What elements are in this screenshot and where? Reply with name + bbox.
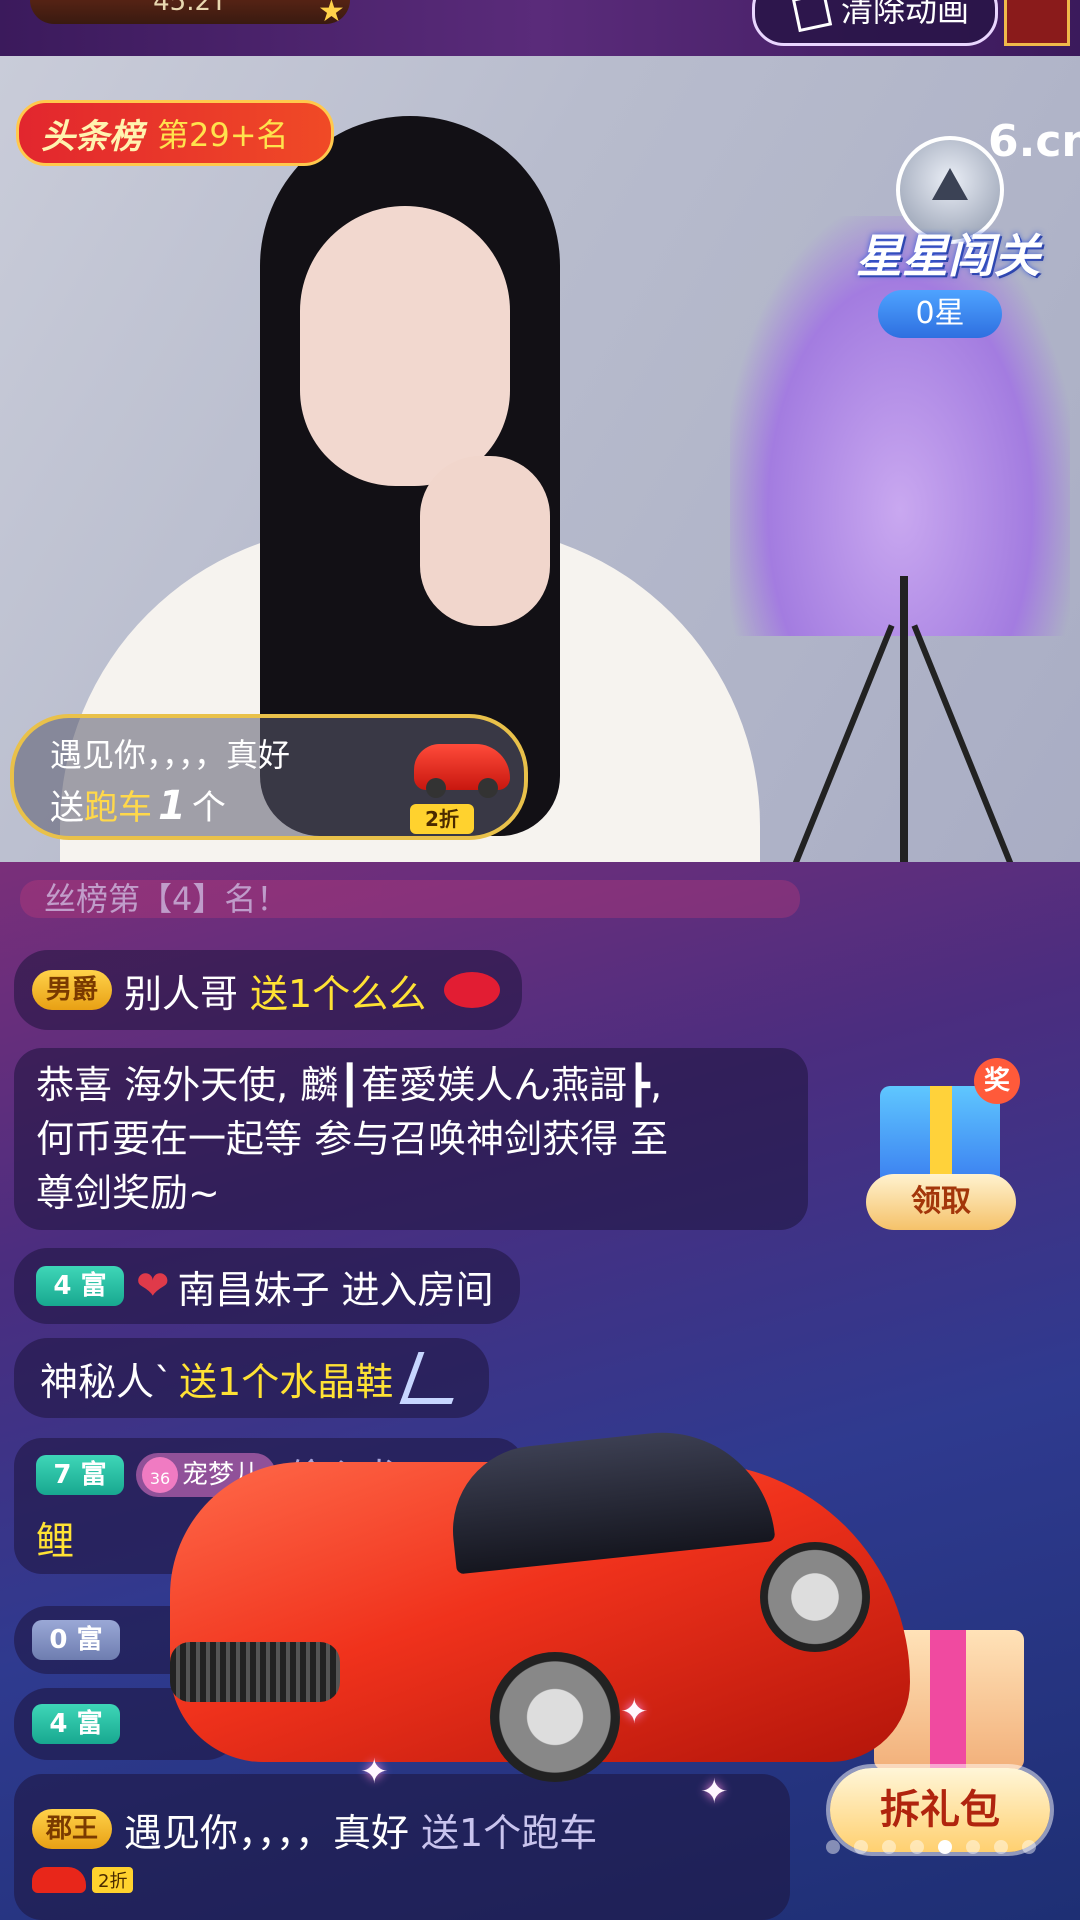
carousel-dot[interactable] [882, 1840, 896, 1854]
gift-notice-prefix: 送 [50, 788, 84, 828]
chat-message[interactable]: 4 富 ❤ 南昌妹子 进入房间 [14, 1248, 520, 1324]
chat-system-message: 恭喜 海外天使, 麟┃萑愛媄人ん燕謌┣, 何币要在一起等 参与召唤神剑获得 至 … [14, 1048, 808, 1230]
carousel-dot[interactable] [1022, 1840, 1036, 1854]
chat-action: 送1个水晶鞋 [179, 1359, 394, 1404]
kiss-gift-icon [444, 972, 501, 1008]
gift-notice-line: 送跑车 1 个 [50, 780, 226, 829]
crystal-shoe-gift-icon [399, 1352, 471, 1404]
top-right-badge[interactable] [1004, 0, 1070, 46]
noble-badge: 男爵 [32, 970, 113, 1010]
star-challenge-title: 星星闯关 [856, 229, 1040, 283]
gift-ribbon [930, 1086, 952, 1186]
carousel-dot[interactable] [826, 1840, 840, 1854]
chat-action: 送1个么么 [250, 971, 427, 1016]
chat-user[interactable]: 别人哥 [124, 963, 238, 1018]
chat-message[interactable]: 0 富 [14, 1606, 240, 1674]
room-stand-leg [911, 624, 1015, 862]
headline-rank-badge[interactable]: 头条榜 第29+名 [16, 100, 334, 166]
chat-user[interactable]: 偷心龙四 [288, 1447, 440, 1502]
gift-notice-user: 遇见你，，，，真好 [50, 736, 291, 774]
reward-tag: 奖 [974, 1058, 1020, 1104]
streamer-hand [420, 456, 550, 626]
chat-action: 进入房间 [341, 1267, 494, 1312]
room-stand [900, 576, 908, 862]
chat-user[interactable]: 神秘人` [40, 1351, 173, 1406]
carousel-dot[interactable] [994, 1840, 1008, 1854]
wealth-badge: 0 富 [32, 1620, 120, 1660]
top-status-strip: 45.2T ★ 清除动画 [0, 0, 1080, 56]
chat-message[interactable]: 神秘人` 送1个水晶鞋 [14, 1338, 490, 1418]
carousel-dots[interactable] [826, 1840, 1036, 1854]
star-challenge-widget[interactable]: 星星闯关 0星 [838, 136, 1058, 366]
chat-user-continued: 鲤 [36, 1519, 75, 1563]
clear-animation-label: 清除动画 [841, 0, 970, 29]
top-score-banner: 45.2T [30, 0, 350, 24]
sports-car-gift-icon [414, 744, 510, 798]
claim-reward-button[interactable]: 领取 [866, 1174, 1016, 1230]
streamer-face [300, 206, 510, 486]
gift-notice-unit: 个 [191, 788, 226, 828]
live-video[interactable]: 头条榜 第29+名 6.cn 星星闯关 0星 遇见你，，，，真好 送跑车 1 个 2… [0, 56, 1080, 862]
gift-notice-count: 1 [158, 783, 186, 829]
headline-title: 头条榜 [41, 116, 143, 157]
system-line-1: 恭喜 海外天使, 麟┃萑愛媄人ん燕謌┣, [36, 1063, 663, 1107]
chat-message[interactable]: 4 富 [14, 1688, 240, 1760]
wealth-badge: 7 富 [36, 1454, 124, 1495]
headline-rank: 第29+名 [157, 116, 289, 154]
noble-badge: 郡王 [32, 1809, 113, 1849]
reward-box-widget[interactable]: 奖 领取 [862, 1058, 1022, 1238]
carousel-dot-active[interactable] [938, 1840, 952, 1854]
gift-pack-ribbon [930, 1630, 966, 1770]
wealth-badge: 4 富 [36, 1266, 124, 1306]
fan-level: 36 [142, 1456, 178, 1493]
room-stand-leg [791, 624, 895, 862]
carousel-dot[interactable] [854, 1840, 868, 1854]
carousel-dot[interactable] [966, 1840, 980, 1854]
star-icon: ★ [318, 0, 345, 29]
chat-message[interactable]: 男爵 别人哥 送1个么么 [14, 950, 523, 1030]
wealth-badge: 4 富 [32, 1704, 120, 1744]
discount-badge: 2折 [410, 804, 474, 834]
clear-animation-button[interactable]: 清除动画 [752, 0, 998, 46]
chat-action: 送1个跑车 [421, 1810, 598, 1855]
discount-badge: 2折 [92, 1866, 134, 1893]
eraser-icon [791, 0, 833, 33]
chat-faded-line: 丝榜第【4】名！ [20, 880, 800, 918]
fan-club-name: 宠梦儿 [182, 1459, 261, 1490]
heart-icon: ❤ [136, 1263, 170, 1309]
star-count-pill: 0星 [878, 290, 1002, 338]
sports-car-gift-icon [32, 1866, 86, 1893]
chat-message[interactable]: 郡王 遇见你，，，，真好 送1个跑车 2折 [14, 1774, 790, 1920]
chat-user[interactable]: 南昌妹子 [178, 1259, 330, 1314]
chat-message[interactable]: 7 富 36 宠梦儿 偷心龙四 鲤 [14, 1438, 524, 1574]
fan-club-tag[interactable]: 36 宠梦儿 [136, 1452, 277, 1497]
chat-area[interactable]: 丝榜第【4】名！ 男爵 别人哥 送1个么么 恭喜 海外天使, 麟┃萑愛媄人ん燕謌… [0, 862, 1080, 1920]
chat-user[interactable]: 遇见你，，，，真好 [124, 1802, 409, 1857]
gift-notice-gift: 跑车 [84, 788, 152, 828]
carousel-dot[interactable] [910, 1840, 924, 1854]
system-line-2: 何币要在一起等 参与召唤神剑获得 至 [36, 1117, 669, 1161]
gift-notice-banner: 遇见你，，，，真好 送跑车 1 个 2折 [10, 714, 528, 840]
system-line-3: 尊剑奖励~ [36, 1171, 220, 1215]
